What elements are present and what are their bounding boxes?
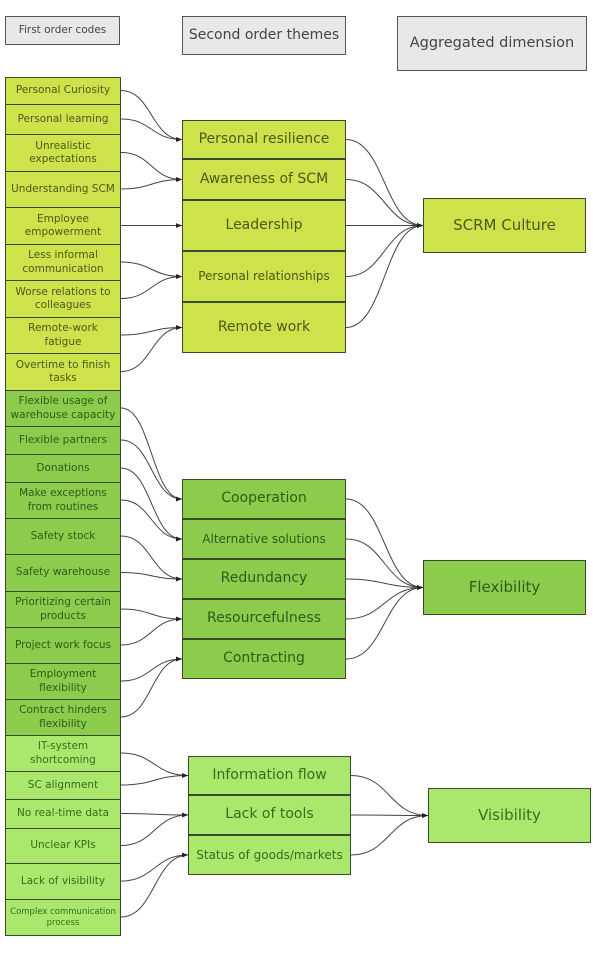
connector-theme-7-to-dimension-1	[345, 578, 424, 590]
theme-alternative-solutions: Alternative solutions	[182, 519, 346, 559]
dimension-visibility: Visibility	[428, 788, 591, 843]
theme-cooperation: Cooperation	[182, 479, 346, 519]
code-overtime-to-finish-tasks: Overtime to finish tasks	[5, 353, 121, 391]
code-safety-stock: Safety stock	[5, 518, 121, 555]
connector-code-9-to-theme-5	[120, 407, 183, 502]
code-contract-hinders-flexibility: Contract hinders flexibility	[5, 699, 121, 736]
theme-lack-of-tools: Lack of tools	[188, 795, 351, 835]
code-flexible-usage-of-warehouse-capacity: Flexible usage of warehouse capacity	[5, 390, 121, 427]
connector-code-14-to-theme-7	[120, 572, 183, 582]
connector-theme-1-to-dimension-0	[345, 179, 424, 228]
connector-code-12-to-theme-6	[120, 499, 183, 542]
connector-code-22-to-theme-11	[120, 812, 189, 846]
dimension-scrm-culture: SCRM Culture	[423, 198, 586, 253]
code-flexible-partners: Flexible partners	[5, 426, 121, 455]
connector-code-1-to-theme-0	[120, 118, 183, 142]
connector-theme-10-to-dimension-2	[350, 775, 429, 818]
theme-personal-relationships: Personal relationships	[182, 251, 346, 302]
code-it-system-shortcoming: IT-system shortcoming	[5, 735, 121, 772]
connector-code-17-to-theme-9	[120, 656, 183, 682]
connector-code-20-to-theme-10	[120, 773, 189, 786]
connector-code-21-to-theme-11	[120, 812, 189, 818]
code-employment-flexibility: Employment flexibility	[5, 663, 121, 700]
code-unrealistic-expectations: Unrealistic expectations	[5, 134, 121, 172]
code-no-real-time-data: No real-time data	[5, 799, 121, 829]
code-remote-work-fatigue: Remote-work fatigue	[5, 317, 121, 354]
code-donations: Donations	[5, 454, 121, 483]
theme-personal-resilience: Personal resilience	[182, 120, 346, 159]
connector-code-8-to-theme-4	[120, 325, 183, 372]
theme-leadership: Leadership	[182, 200, 346, 251]
theme-remote-work: Remote work	[182, 302, 346, 353]
connector-code-6-to-theme-3	[120, 274, 183, 299]
connector-code-2-to-theme-1	[120, 152, 183, 182]
theme-awareness-of-scm: Awareness of SCM	[182, 159, 346, 200]
theme-information-flow: Information flow	[188, 756, 351, 795]
connector-code-7-to-theme-4	[120, 325, 183, 336]
connector-code-23-to-theme-12	[120, 852, 189, 882]
code-prioritizing-certain-products: Prioritizing certain products	[5, 591, 121, 628]
connector-code-10-to-theme-5	[120, 439, 183, 502]
connector-code-5-to-theme-3	[120, 261, 183, 279]
connector-theme-6-to-dimension-1	[345, 538, 424, 590]
theme-contracting: Contracting	[182, 639, 346, 679]
connector-theme-8-to-dimension-1	[345, 585, 424, 620]
code-make-exceptions-from-routines: Make exceptions from routines	[5, 482, 121, 519]
connector-theme-12-to-dimension-2	[350, 813, 429, 856]
code-worse-relations-to-colleagues: Worse relations to colleagues	[5, 280, 121, 318]
connector-code-13-to-theme-7	[120, 535, 183, 582]
code-personal-learning: Personal learning	[5, 104, 121, 135]
connector-theme-0-to-dimension-0	[345, 139, 424, 228]
connector-theme-11-to-dimension-2	[350, 813, 429, 818]
theme-redundancy: Redundancy	[182, 559, 346, 599]
theme-resourcefulness: Resourcefulness	[182, 599, 346, 639]
code-project-work-focus: Project work focus	[5, 627, 121, 664]
connector-code-24-to-theme-12	[120, 852, 189, 918]
code-employee-empowerment: Employee empowerment	[5, 207, 121, 245]
connector-theme-5-to-dimension-1	[345, 498, 424, 590]
code-safety-warehouse: Safety warehouse	[5, 554, 121, 592]
theme-status-of-goods-markets: Status of goods/markets	[188, 835, 351, 875]
connector-code-19-to-theme-10	[120, 752, 189, 778]
code-sc-alignment: SC alignment	[5, 771, 121, 800]
dimension-flexibility: Flexibility	[423, 560, 586, 615]
connector-code-18-to-theme-9	[120, 656, 183, 718]
connector-theme-3-to-dimension-0	[345, 223, 424, 277]
connector-code-16-to-theme-8	[120, 616, 183, 646]
header-first-order-codes: First order codes	[5, 16, 120, 45]
header-second-order-themes: Second order themes	[182, 16, 346, 55]
code-personal-curiosity: Personal Curiosity	[5, 77, 121, 105]
code-complex-communication-process: Complex communication process	[5, 899, 121, 936]
connector-code-3-to-theme-1	[120, 177, 183, 190]
code-less-informal-communication: Less informal communication	[5, 244, 121, 281]
connector-code-11-to-theme-6	[120, 467, 183, 542]
code-lack-of-visibility: Lack of visibility	[5, 863, 121, 900]
connector-theme-4-to-dimension-0	[345, 223, 424, 328]
code-unclear-kpis: Unclear KPIs	[5, 828, 121, 864]
code-understanding-scm: Understanding SCM	[5, 171, 121, 208]
connector-code-0-to-theme-0	[120, 90, 183, 142]
header-aggregated-dimension: Aggregated dimension	[397, 16, 587, 71]
connector-theme-9-to-dimension-1	[345, 585, 424, 660]
connector-code-15-to-theme-8	[120, 608, 183, 622]
